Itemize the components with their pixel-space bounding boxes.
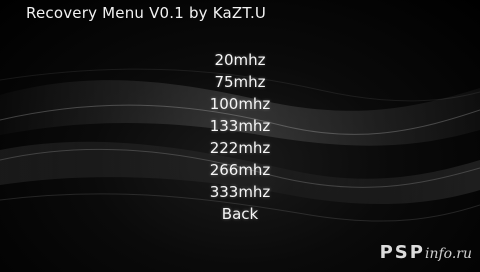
menu-item-266mhz[interactable]: 266mhz [0, 159, 480, 181]
menu-item-back[interactable]: Back [0, 203, 480, 225]
menu-item-75mhz[interactable]: 75mhz [0, 71, 480, 93]
watermark-logo: PSPinfo.ru [380, 242, 472, 264]
menu-item-333mhz[interactable]: 333mhz [0, 181, 480, 203]
recovery-screen: Recovery Menu V0.1 by KaZT.U 20mhz 75mhz… [0, 0, 480, 272]
watermark-domain: info.ru [424, 246, 472, 262]
frequency-menu: 20mhz 75mhz 100mhz 133mhz 222mhz 266mhz … [0, 49, 480, 225]
watermark-brand: PSP [379, 242, 425, 263]
menu-item-222mhz[interactable]: 222mhz [0, 137, 480, 159]
menu-item-20mhz[interactable]: 20mhz [0, 49, 480, 71]
menu-title: Recovery Menu V0.1 by KaZT.U [26, 4, 267, 22]
menu-item-133mhz[interactable]: 133mhz [0, 115, 480, 137]
menu-item-100mhz[interactable]: 100mhz [0, 93, 480, 115]
